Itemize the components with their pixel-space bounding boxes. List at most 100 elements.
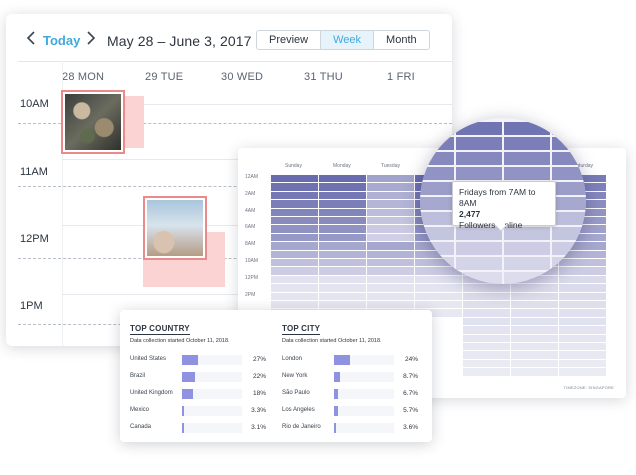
heatmap-cell[interactable]	[319, 275, 366, 284]
heatmap-cell[interactable]	[271, 191, 318, 200]
heatmap-cell[interactable]	[559, 284, 606, 292]
heatmap-cell[interactable]	[463, 334, 510, 342]
location-name: São Paulo	[282, 390, 310, 396]
heatmap-cell[interactable]	[511, 368, 558, 376]
heatmap-cell[interactable]	[511, 343, 558, 351]
view-week-button[interactable]: Week	[321, 31, 375, 49]
heatmap-cell[interactable]	[367, 175, 414, 183]
heatmap-cell[interactable]	[271, 284, 318, 292]
heatmap-cell[interactable]	[463, 326, 510, 334]
heatmap-cell[interactable]	[367, 275, 414, 284]
heatmap-cell[interactable]	[559, 317, 606, 326]
magnified-heatmap-cell	[504, 122, 550, 135]
magnified-heatmap-cell	[552, 197, 586, 210]
heatmap-cell[interactable]	[463, 317, 510, 326]
heatmap-cell[interactable]	[559, 334, 606, 342]
heatmap-cell[interactable]	[271, 175, 318, 183]
heatmap-cell[interactable]	[511, 317, 558, 326]
heatmap-cell[interactable]	[271, 292, 318, 300]
heatmap-cell[interactable]	[463, 351, 510, 359]
scheduled-post-tue-12pm[interactable]	[143, 196, 207, 260]
heatmap-cell[interactable]	[367, 183, 414, 191]
heatmap-cell[interactable]	[319, 217, 366, 225]
heatmap-cell[interactable]	[271, 208, 318, 216]
heatmap-cell[interactable]	[319, 200, 366, 208]
heatmap-cell[interactable]	[319, 292, 366, 300]
heatmap-cell[interactable]	[559, 292, 606, 300]
heatmap-cell[interactable]	[367, 233, 414, 242]
view-month-button[interactable]: Month	[374, 31, 429, 49]
view-preview-button[interactable]: Preview	[257, 31, 322, 49]
heatmap-cell[interactable]	[319, 301, 366, 309]
heatmap-cell[interactable]	[367, 242, 414, 250]
heatmap-cell[interactable]	[511, 359, 558, 368]
chevron-right-icon	[87, 31, 96, 45]
heatmap-cell[interactable]	[511, 351, 558, 359]
heatmap-cell[interactable]	[319, 284, 366, 292]
heatmap-cell[interactable]	[559, 301, 606, 309]
heatmap-cell[interactable]	[415, 301, 462, 309]
heatmap-cell[interactable]	[463, 359, 510, 368]
heatmap-cell[interactable]	[367, 191, 414, 200]
heatmap-cell[interactable]	[319, 267, 366, 275]
heatmap-cell[interactable]	[463, 301, 510, 309]
heatmap-cell[interactable]	[319, 259, 366, 267]
next-week-button[interactable]	[86, 31, 100, 47]
heatmap-cell[interactable]	[319, 175, 366, 183]
heatmap-cell[interactable]	[367, 225, 414, 233]
heatmap-cell[interactable]	[271, 250, 318, 258]
heatmap-cell[interactable]	[271, 183, 318, 191]
today-button[interactable]: Today	[43, 33, 80, 48]
heatmap-cell[interactable]	[271, 225, 318, 233]
heatmap-cell[interactable]	[511, 334, 558, 342]
heatmap-cell[interactable]	[271, 242, 318, 250]
heatmap-cell[interactable]	[415, 284, 462, 292]
heatmap-cell[interactable]	[559, 326, 606, 334]
top-city-title: TOP CITY	[282, 324, 321, 335]
heatmap-cell[interactable]	[319, 208, 366, 216]
heatmap-cell[interactable]	[367, 208, 414, 216]
country-row: Mexico 3.3%	[130, 406, 270, 416]
heatmap-cell[interactable]	[511, 309, 558, 317]
heatmap-cell[interactable]	[319, 191, 366, 200]
heatmap-cell[interactable]	[367, 259, 414, 267]
heatmap-cell[interactable]	[559, 359, 606, 368]
heatmap-cell[interactable]	[511, 284, 558, 292]
heatmap-cell[interactable]	[271, 233, 318, 242]
heatmap-cell[interactable]	[271, 301, 318, 309]
heatmap-cell[interactable]	[367, 200, 414, 208]
heatmap-cell[interactable]	[511, 292, 558, 300]
heatmap-cell[interactable]	[319, 183, 366, 191]
heatmap-cell[interactable]	[559, 343, 606, 351]
heatmap-cell[interactable]	[463, 368, 510, 376]
heatmap-cell[interactable]	[463, 284, 510, 292]
heatmap-cell[interactable]	[271, 267, 318, 275]
heatmap-cell[interactable]	[463, 292, 510, 300]
heatmap-cell[interactable]	[319, 242, 366, 250]
heatmap-cell[interactable]	[367, 250, 414, 258]
heatmap-cell[interactable]	[559, 309, 606, 317]
heatmap-cell[interactable]	[319, 225, 366, 233]
heatmap-cell[interactable]	[511, 326, 558, 334]
heatmap-cell[interactable]	[559, 368, 606, 376]
heatmap-cell[interactable]	[463, 309, 510, 317]
heatmap-cell[interactable]	[319, 233, 366, 242]
heatmap-cell[interactable]	[511, 301, 558, 309]
prev-week-button[interactable]	[26, 31, 40, 47]
heatmap-cell[interactable]	[559, 351, 606, 359]
scheduled-post-mon-10am[interactable]	[61, 90, 125, 154]
heatmap-cell[interactable]	[319, 250, 366, 258]
top-city-subtitle: Data collection started October 11, 2018…	[282, 338, 382, 344]
heatmap-cell[interactable]	[367, 301, 414, 309]
heatmap-cell[interactable]	[367, 284, 414, 292]
heatmap-cell[interactable]	[415, 292, 462, 300]
heatmap-cell[interactable]	[463, 343, 510, 351]
heatmap-cell[interactable]	[367, 292, 414, 300]
heatmap-cell[interactable]	[271, 200, 318, 208]
heatmap-cell[interactable]	[367, 217, 414, 225]
top-country-subtitle: Data collection started October 11, 2018…	[130, 338, 230, 344]
heatmap-cell[interactable]	[271, 217, 318, 225]
heatmap-cell[interactable]	[367, 267, 414, 275]
heatmap-cell[interactable]	[271, 275, 318, 284]
heatmap-cell[interactable]	[271, 259, 318, 267]
